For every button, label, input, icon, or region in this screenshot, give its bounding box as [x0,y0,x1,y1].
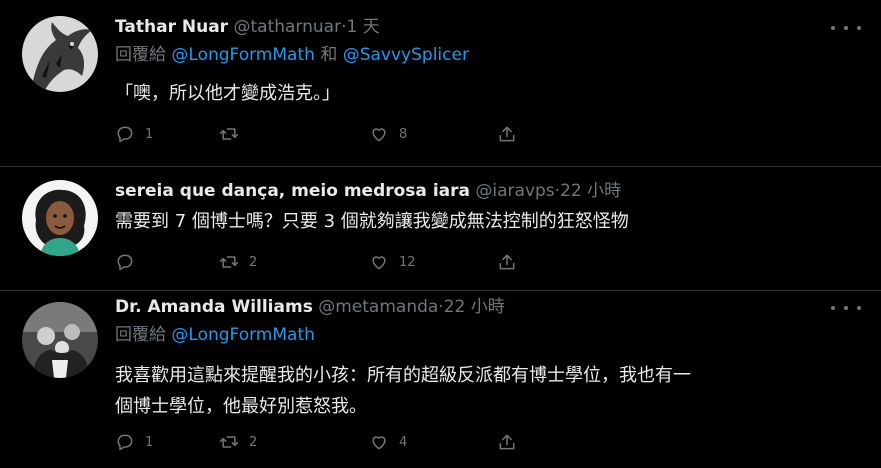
timestamp[interactable]: 22 小時 [560,181,621,201]
heart-icon [372,256,386,270]
retweet-icon [219,436,239,448]
tweet[interactable]: Tathar Nuar @tatharnuar·1 天 回覆給 @LongFor… [0,0,881,166]
share-button[interactable] [497,250,527,274]
reply-icon [117,434,133,451]
reply-icon [117,254,133,271]
heart-icon [372,128,386,142]
mention-link[interactable]: @SavvySplicer [343,45,469,65]
action-bar: 1 2 4 [115,430,535,454]
share-icon [499,126,515,142]
avatar[interactable] [22,16,98,92]
replying-label: 回覆給 [115,45,166,65]
retweet-button[interactable]: 2 [219,430,257,454]
reply-count: 1 [145,434,154,450]
retweet-icon [219,256,239,268]
tweet-text-line: 我喜歡用這點來提醒我的小孩：所有的超級反派都有博士學位，我也有一 [115,365,691,386]
tweet-text: 我喜歡用這點來提醒我的小孩：所有的超級反派都有博士學位，我也有一 個博士學位，他… [115,360,861,422]
tweet-text: 「噢，所以他才變成浩克。」 [115,83,340,104]
reply-button[interactable]: 1 [115,122,153,146]
display-name[interactable]: Tathar Nuar [115,17,228,37]
share-button[interactable] [497,122,527,146]
more-options-button[interactable] [831,20,861,36]
tweet[interactable]: Dr. Amanda Williams @metamanda·22 小時 回覆給… [0,290,881,468]
reply-count: 1 [145,126,154,142]
share-icon [499,254,515,270]
tweet-header: sereia que dança, meio medrosa iara @iar… [115,178,861,204]
like-count: 4 [399,434,408,450]
replying-to: 回覆給 @LongFormMath [115,320,861,350]
tweet-header: Dr. Amanda Williams @metamanda·22 小時 [115,294,861,320]
retweet-button[interactable]: 2 [219,250,257,274]
retweet-button[interactable] [219,122,249,146]
tweet[interactable]: sereia que dança, meio medrosa iara @iar… [0,166,881,290]
user-handle[interactable]: @tatharnuar [233,17,341,37]
illustrated-woman-avatar-icon [22,180,98,256]
share-icon [499,434,515,450]
like-count: 12 [399,254,416,270]
like-count: 8 [399,126,408,142]
like-button[interactable]: 4 [369,430,407,454]
like-button[interactable]: 12 [369,250,416,274]
retweet-icon [219,128,239,140]
share-button[interactable] [497,430,527,454]
timestamp[interactable]: 22 小時 [444,297,505,317]
user-handle[interactable]: @metamanda [318,297,438,317]
retweet-count: 2 [249,254,258,270]
replying-to: 回覆給 @LongFormMath 和 @SavvySplicer [115,40,861,70]
tweet-text: 需要到 7 個博士嗎？只要 3 個就夠讓我變成無法控制的狂怒怪物 [115,211,629,232]
tweet-header: Tathar Nuar @tatharnuar·1 天 [115,14,861,40]
timestamp[interactable]: 1 天 [346,17,379,37]
display-name[interactable]: sereia que dança, meio medrosa iara [115,181,470,201]
avatar[interactable] [22,180,98,256]
replying-label: 回覆給 [115,325,166,345]
mention-link[interactable]: @LongFormMath [171,45,315,65]
like-button[interactable]: 8 [369,122,407,146]
avatar[interactable] [22,302,98,378]
more-options-button[interactable] [831,300,861,316]
mention-link[interactable]: @LongFormMath [171,325,315,345]
reply-button[interactable]: 1 [115,430,153,454]
replying-joiner: 和 [320,45,338,65]
group-photo-avatar-icon [22,302,98,378]
retweet-count: 2 [249,434,258,450]
reply-button[interactable] [115,250,145,274]
heart-icon [372,436,386,450]
reply-icon [117,126,133,143]
action-bar: 2 12 [115,250,535,274]
action-bar: 1 8 [115,122,535,146]
display-name[interactable]: Dr. Amanda Williams [115,297,313,317]
dragon-avatar-icon [22,16,98,92]
tweet-text-line: 個博士學位，他最好別惹怒我。 [115,396,367,417]
user-handle[interactable]: @iaravps [475,181,554,201]
